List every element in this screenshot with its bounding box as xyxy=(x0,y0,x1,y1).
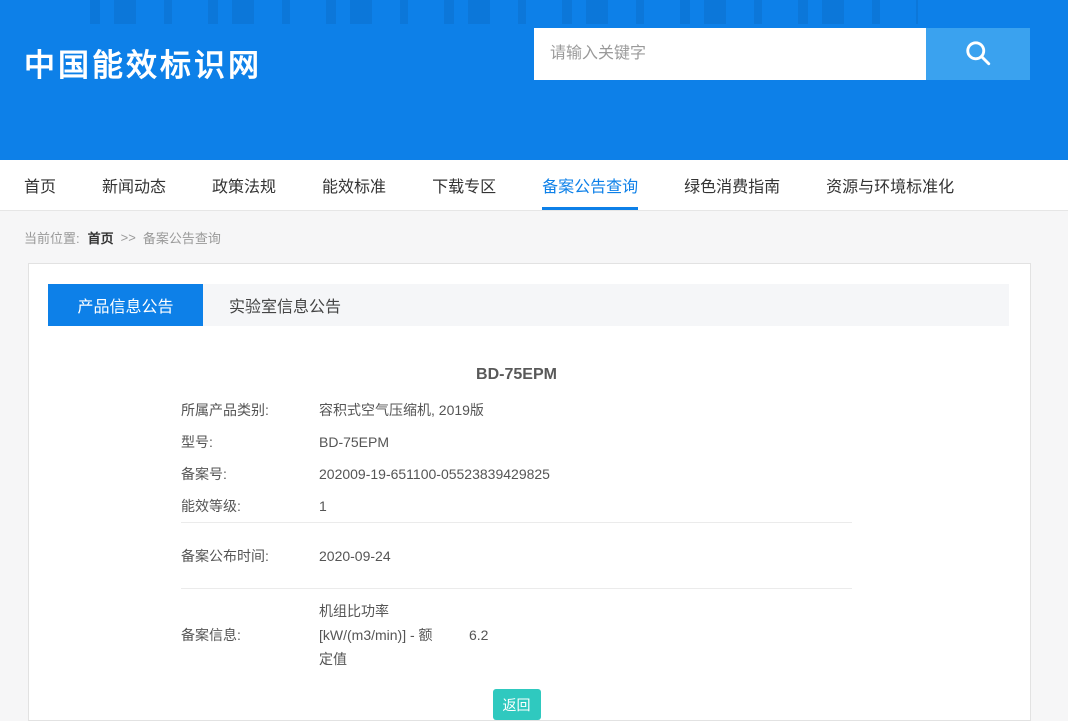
field-label: 备案号: xyxy=(181,464,319,484)
field-label: 备案信息: xyxy=(181,625,319,645)
field-row: 所属产品类别: 容积式空气压缩机, 2019版 xyxy=(181,394,1030,426)
field-value: BD-75EPM xyxy=(319,434,389,450)
search-icon xyxy=(963,38,993,71)
record-metric-value: 6.2 xyxy=(469,627,488,643)
field-label: 型号: xyxy=(181,432,319,452)
record-metric-name: 机组比功率[kW/(m3/min)] - 额定值 xyxy=(319,599,465,671)
record-metric-line: 定值 xyxy=(319,647,465,671)
nav-item-7[interactable]: 绿色消费指南 xyxy=(684,160,780,210)
search-button[interactable] xyxy=(926,28,1030,80)
header-clipped-text-artifact xyxy=(90,0,918,24)
nav-item-3[interactable]: 政策法规 xyxy=(212,160,276,210)
breadcrumb: 当前位置: 首页 >> 备案公告查询 xyxy=(0,211,1068,263)
field-row: 备案公布时间: 2020-09-24 xyxy=(181,523,1030,588)
field-label: 备案公布时间: xyxy=(181,546,319,566)
record-metric-line: 机组比功率 xyxy=(319,599,465,623)
record-info-row: 备案信息: 机组比功率[kW/(m3/min)] - 额定值 6.2 xyxy=(181,589,852,681)
product-title: BD-75EPM xyxy=(181,366,852,384)
field-label: 所属产品类别: xyxy=(181,400,319,420)
nav-item-5[interactable]: 下载专区 xyxy=(432,160,496,210)
nav-item-6[interactable]: 备案公告查询 xyxy=(542,160,638,210)
search-bar xyxy=(534,28,1030,80)
field-group-date: 备案公布时间: 2020-09-24 xyxy=(181,523,1030,588)
record-metric-line: [kW/(m3/min)] - 额 xyxy=(319,623,465,647)
nav-item-4[interactable]: 能效标准 xyxy=(322,160,386,210)
site-logo[interactable]: 中国能效标识网 xyxy=(24,40,262,85)
site-header: 中国能效标识网 xyxy=(0,0,1068,160)
button-row: 返回 xyxy=(181,689,852,720)
field-row: 备案号: 202009-19-651100-05523839429825 xyxy=(181,458,1030,490)
field-row: 型号: BD-75EPM xyxy=(181,426,1030,458)
field-label: 能效等级: xyxy=(181,496,319,516)
field-value: 202009-19-651100-05523839429825 xyxy=(319,466,550,482)
search-input[interactable] xyxy=(534,28,926,80)
breadcrumb-home-link[interactable]: 首页 xyxy=(88,228,114,247)
tab-2[interactable]: 实验室信息公告 xyxy=(203,284,367,326)
main-nav: 首页新闻动态政策法规能效标准下载专区备案公告查询绿色消费指南资源与环境标准化 xyxy=(0,160,1068,211)
content-panel: 产品信息公告实验室信息公告 BD-75EPM 所属产品类别: 容积式空气压缩机,… xyxy=(28,263,1031,721)
nav-item-1[interactable]: 首页 xyxy=(24,160,56,210)
tab-strip: 产品信息公告实验室信息公告 xyxy=(48,284,1009,326)
nav-item-2[interactable]: 新闻动态 xyxy=(102,160,166,210)
product-detail: BD-75EPM 所属产品类别: 容积式空气压缩机, 2019版 型号: BD-… xyxy=(29,366,1030,720)
field-value: 2020-09-24 xyxy=(319,548,391,564)
field-value: 容积式空气压缩机, 2019版 xyxy=(319,400,484,420)
nav-item-8[interactable]: 资源与环境标准化 xyxy=(826,160,954,210)
field-value: 1 xyxy=(319,498,327,514)
tab-1[interactable]: 产品信息公告 xyxy=(48,284,203,326)
breadcrumb-prefix: 当前位置: xyxy=(24,228,80,247)
back-button[interactable]: 返回 xyxy=(493,689,541,720)
breadcrumb-separator: >> xyxy=(121,230,136,245)
field-group-top: 所属产品类别: 容积式空气压缩机, 2019版 型号: BD-75EPM 备案号… xyxy=(181,394,1030,522)
breadcrumb-current: 备案公告查询 xyxy=(143,228,221,247)
field-row: 能效等级: 1 xyxy=(181,490,1030,522)
